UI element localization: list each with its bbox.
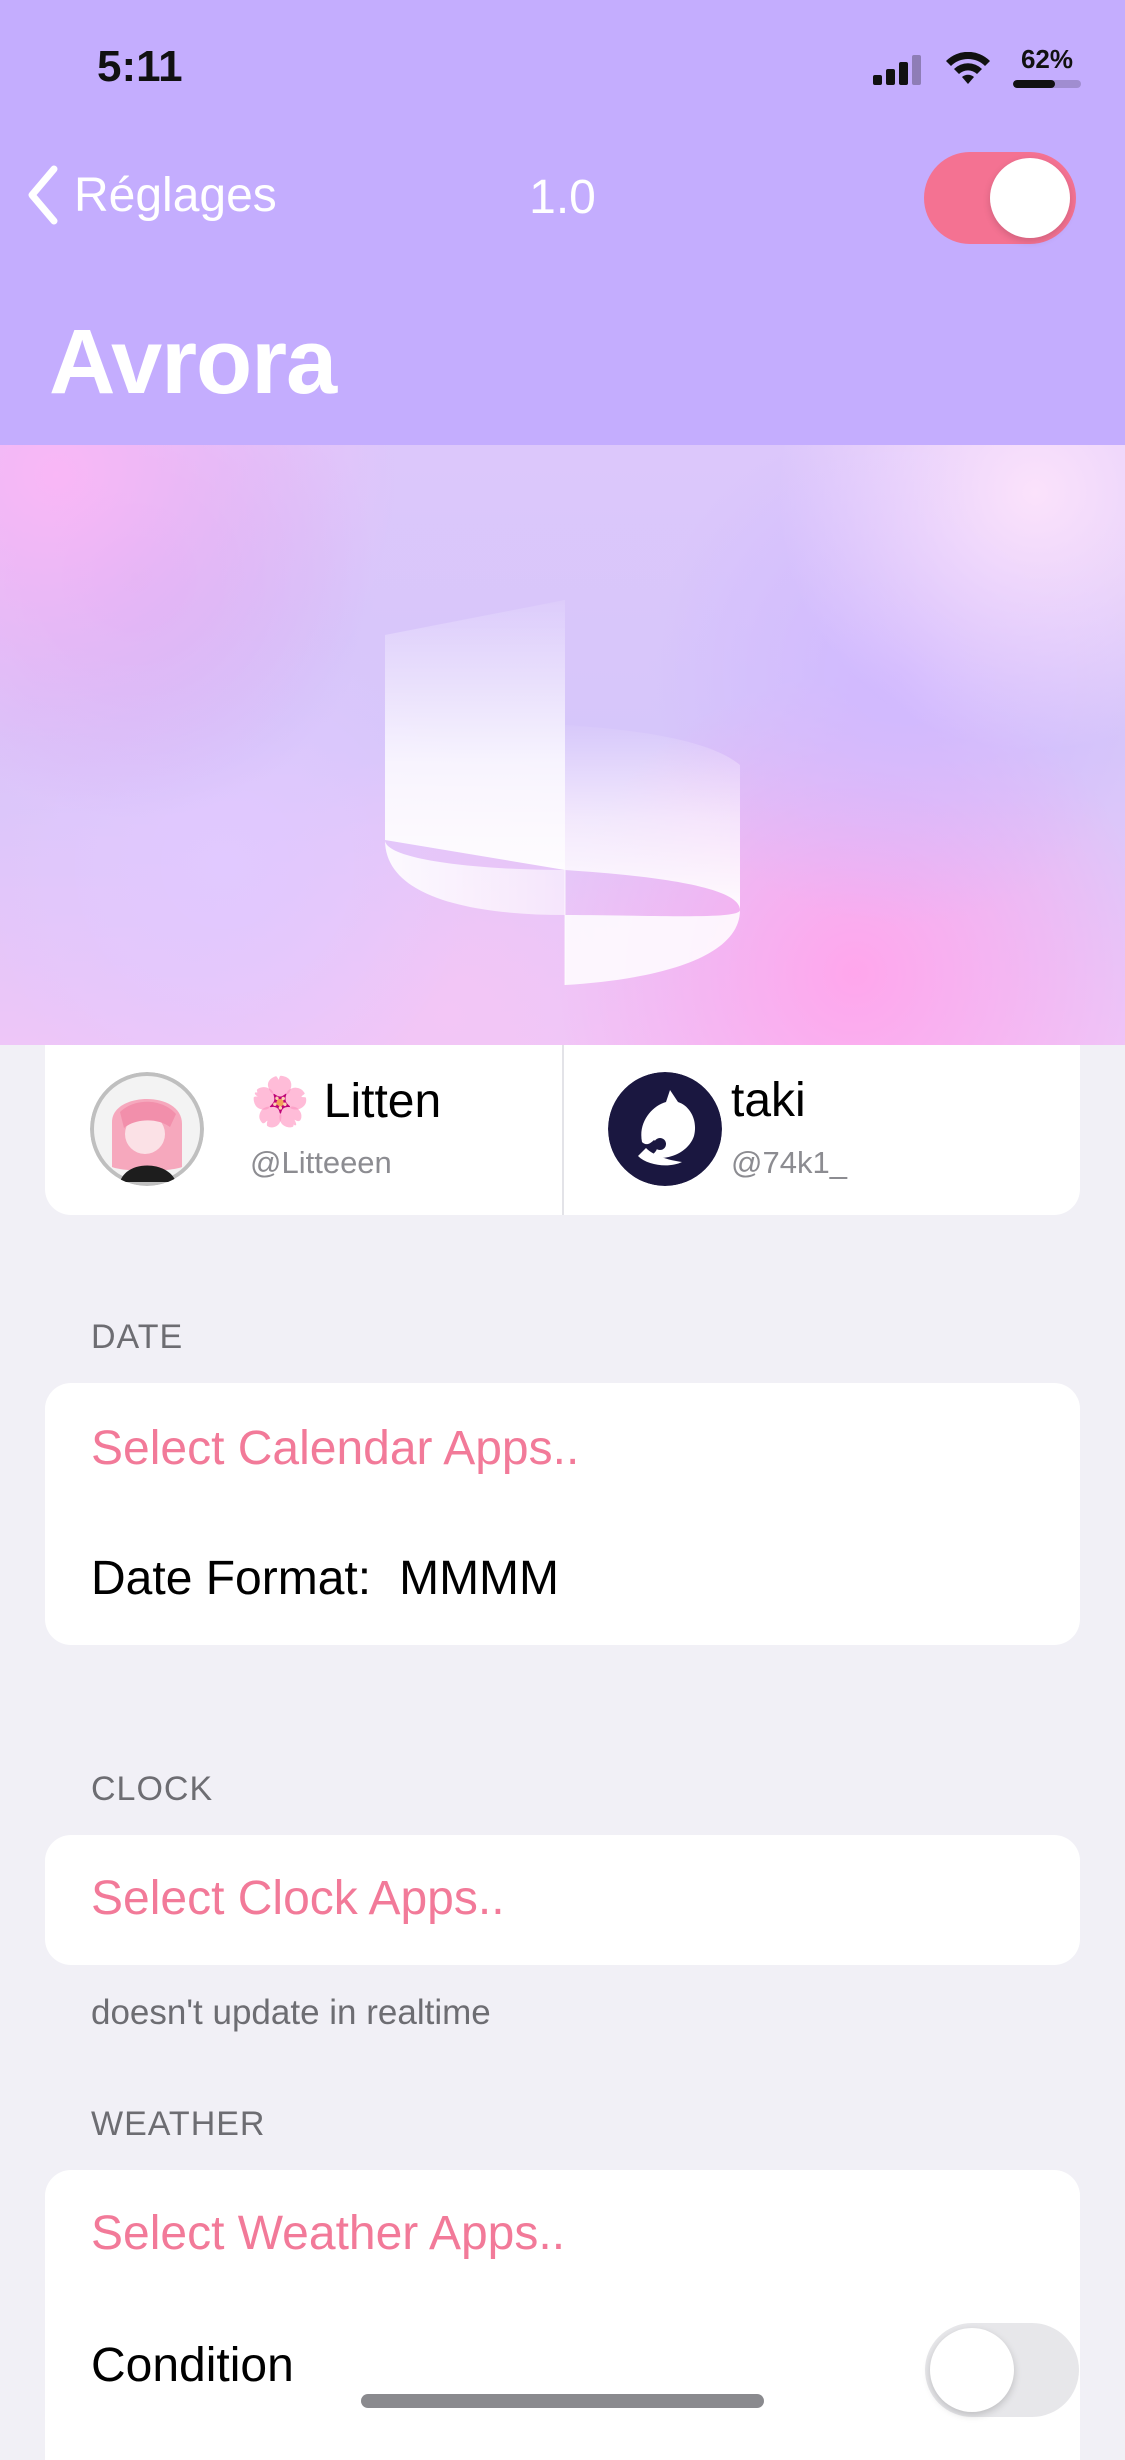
credit-handle: @Litteeen — [250, 1145, 392, 1180]
credits-divider — [562, 1045, 564, 1215]
status-icons: 62% — [873, 44, 1083, 92]
battery-icon: 62% — [1011, 44, 1083, 92]
avatar — [608, 1072, 722, 1186]
credit-litten[interactable]: 🌸 Litten @Litteeen — [45, 1045, 562, 1215]
navigation-header: 5:11 62% Réglages 1.0 Avrora — [0, 0, 1125, 445]
taki-avatar-icon — [608, 1072, 722, 1186]
date-section-card: Select Calendar Apps.. Date Format: MMMM — [45, 1383, 1080, 1645]
date-format-row[interactable]: Date Format: MMMM — [91, 1551, 559, 1606]
date-format-label: Date Format: — [91, 1552, 372, 1605]
credit-name-text: taki — [731, 1074, 806, 1127]
weather-section-card: Select Weather Apps.. Condition — [45, 2170, 1080, 2460]
clock-section-footer: doesn't update in realtime — [91, 1993, 491, 2032]
select-calendar-apps-button[interactable]: Select Calendar Apps.. — [91, 1421, 579, 1476]
cellular-signal-icon — [873, 55, 921, 85]
page-title: Avrora — [49, 311, 337, 413]
home-indicator[interactable] — [361, 2394, 764, 2408]
wifi-icon — [946, 52, 990, 84]
credit-name: taki — [731, 1073, 806, 1128]
condition-label: Condition — [91, 2339, 294, 2392]
banner-image — [0, 445, 1125, 1045]
select-clock-apps-button[interactable]: Select Clock Apps.. — [91, 1871, 505, 1926]
toggle-knob — [930, 2328, 1014, 2412]
tweak-enable-toggle[interactable] — [924, 152, 1076, 244]
credit-taki[interactable]: taki @74k1_ — [563, 1045, 1080, 1215]
select-weather-apps-button[interactable]: Select Weather Apps.. — [91, 2206, 565, 2261]
clock-section-header: CLOCK — [91, 1770, 214, 1808]
status-time: 5:11 — [97, 42, 183, 91]
weather-section-header: WEATHER — [91, 2105, 266, 2143]
credit-name-text: Litten — [323, 1075, 442, 1128]
toggle-knob — [990, 158, 1070, 238]
litten-avatar-icon — [90, 1072, 204, 1186]
date-section-header: DATE — [91, 1318, 184, 1356]
avrora-logo — [385, 600, 740, 985]
credit-handle: @74k1_ — [731, 1145, 847, 1180]
condition-toggle[interactable] — [925, 2323, 1079, 2417]
credit-name: 🌸 Litten — [250, 1073, 441, 1130]
battery-level-bar — [1013, 80, 1081, 88]
cherry-blossom-emoji: 🌸 — [250, 1076, 310, 1129]
clock-section-card: Select Clock Apps.. — [45, 1835, 1080, 1965]
battery-level-fill — [1013, 80, 1056, 88]
avatar — [90, 1072, 204, 1186]
battery-percent: 62% — [1020, 44, 1074, 74]
date-format-value[interactable]: MMMM — [399, 1551, 559, 1606]
